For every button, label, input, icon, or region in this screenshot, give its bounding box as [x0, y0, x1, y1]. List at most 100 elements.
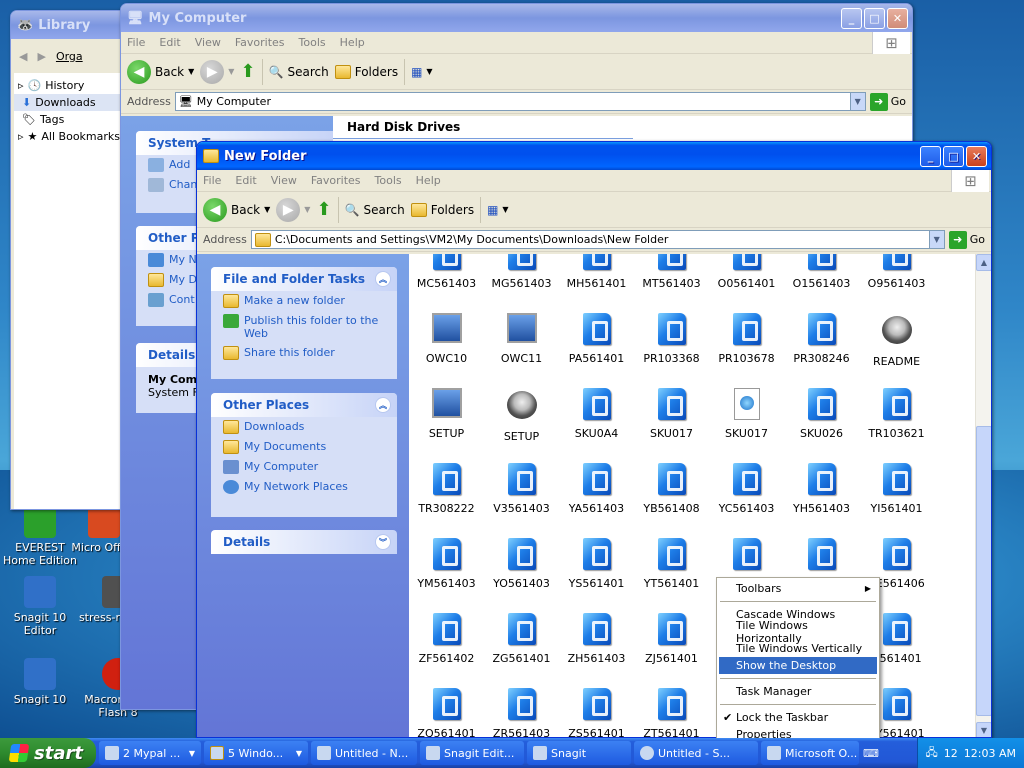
menu-file[interactable]: File — [203, 174, 221, 187]
share-folder-link[interactable]: Share this folder — [211, 343, 397, 363]
forward-button[interactable]: ▶ ▼ — [200, 59, 234, 84]
vertical-scrollbar[interactable]: ▲ ▼ — [975, 254, 991, 737]
menu-item-lock-taskbar[interactable]: ✔ Lock the Taskbar — [719, 709, 877, 726]
back-arrow-icon[interactable]: ◀ — [19, 50, 27, 63]
file-item[interactable]: ZF561402 — [409, 613, 484, 665]
place-my-documents[interactable]: My Documents — [211, 437, 397, 457]
file-item[interactable]: MT561403 — [634, 254, 709, 290]
file-item[interactable]: SKU026 — [784, 388, 859, 440]
file-item[interactable]: SKU017 — [709, 388, 784, 440]
menu-favorites[interactable]: Favorites — [311, 174, 361, 187]
maximize-button[interactable]: □ — [864, 7, 885, 29]
taskbar-button-snagit[interactable]: Snagit — [527, 741, 631, 765]
file-item[interactable]: O0561401 — [709, 254, 784, 290]
file-item[interactable]: V3561403 — [484, 463, 559, 515]
menu-help[interactable]: Help — [416, 174, 441, 187]
file-item[interactable]: TR308222 — [409, 463, 484, 515]
up-button[interactable]: ⬆ — [316, 199, 331, 220]
desktop-icon-snagit-editor[interactable]: Snagit 10 Editor — [0, 576, 80, 637]
file-item[interactable]: YI561401 — [859, 463, 934, 515]
file-item[interactable]: YM561403 — [409, 538, 484, 590]
file-item[interactable]: SKU0A4 — [559, 388, 634, 440]
new-folder-titlebar[interactable]: New Folder _ □ ✕ — [197, 142, 991, 170]
file-item[interactable]: ZQ561401 — [409, 688, 484, 737]
taskbar-button-notepad[interactable]: Untitled - N... — [311, 741, 417, 765]
tree-item-downloads[interactable]: ⬇ Downloads — [14, 94, 126, 111]
chevron-down-icon[interactable]: ▼ — [849, 93, 865, 110]
file-item[interactable]: YH561403 — [784, 463, 859, 515]
up-button[interactable]: ⬆ — [240, 61, 255, 82]
close-button[interactable]: ✕ — [887, 7, 908, 29]
menu-help[interactable]: Help — [340, 36, 365, 49]
menu-view[interactable]: View — [271, 174, 297, 187]
file-item[interactable]: SKU017 — [634, 388, 709, 440]
place-network-places[interactable]: My Network Places — [211, 477, 397, 497]
file-item[interactable]: ZG561401 — [484, 613, 559, 665]
file-item[interactable]: SETUP — [484, 388, 559, 443]
file-item[interactable]: MH561401 — [559, 254, 634, 290]
menu-favorites[interactable]: Favorites — [235, 36, 285, 49]
file-item[interactable]: YS561401 — [559, 538, 634, 590]
menu-item-tile-vertical[interactable]: Tile Windows Vertically — [719, 640, 877, 657]
organize-menu[interactable]: Orga — [56, 50, 83, 63]
file-item[interactable]: TR103621 — [859, 388, 934, 440]
minimize-button[interactable]: _ — [920, 145, 941, 167]
file-item[interactable]: YO561403 — [484, 538, 559, 590]
menu-item-tile-horizontal[interactable]: Tile Windows Horizontally — [719, 619, 877, 645]
file-item[interactable]: O9561403 — [859, 254, 934, 290]
menu-file[interactable]: File — [127, 36, 145, 49]
taskbar-button-microsoft[interactable]: Microsoft O... — [761, 741, 859, 765]
address-input[interactable]: C:\Documents and Settings\VM2\My Documen… — [250, 230, 945, 249]
file-item[interactable]: MC561403 — [409, 254, 484, 290]
menu-tools[interactable]: Tools — [299, 36, 326, 49]
file-item[interactable]: OWC10 — [409, 313, 484, 365]
chevron-down-icon[interactable]: ▼ — [928, 231, 944, 248]
file-item[interactable]: README — [859, 313, 934, 368]
taskbar-button-snagit-editor[interactable]: Snagit Edit... — [420, 741, 524, 765]
keyboard-icon[interactable]: ⌨ — [863, 747, 879, 760]
other-places-header[interactable]: Other Places ︽ — [211, 393, 397, 417]
details-header[interactable]: Details ︾ — [211, 530, 397, 554]
make-new-folder-link[interactable]: Make a new folder — [211, 291, 397, 311]
back-button[interactable]: ◀ Back ▼ — [203, 197, 270, 222]
forward-arrow-icon[interactable]: ▶ — [37, 50, 45, 63]
place-downloads[interactable]: Downloads — [211, 417, 397, 437]
tray-badge[interactable]: 12 — [944, 747, 958, 760]
go-button[interactable]: ➜ Go — [948, 230, 991, 249]
go-button[interactable]: ➜ Go — [869, 92, 912, 111]
scroll-up-arrow-icon[interactable]: ▲ — [976, 254, 991, 271]
desktop-icon-snagit[interactable]: Snagit 10 — [0, 658, 80, 706]
search-button[interactable]: 🔍 Search — [345, 203, 405, 217]
scroll-down-arrow-icon[interactable]: ▼ — [976, 722, 991, 737]
library-titlebar[interactable]: 🦝 Library — [11, 11, 129, 39]
views-button[interactable]: ▦ ▼ — [411, 65, 433, 79]
minimize-button[interactable]: _ — [841, 7, 862, 29]
collapse-chevron-icon[interactable]: ︽ — [375, 397, 391, 413]
network-tray-icon[interactable]: 🖧 — [926, 744, 938, 763]
file-item[interactable]: MG561403 — [484, 254, 559, 290]
menu-item-toolbars[interactable]: Toolbars ▶ — [719, 580, 877, 597]
file-item[interactable]: PA561401 — [559, 313, 634, 365]
file-item[interactable]: PR103678 — [709, 313, 784, 365]
expand-chevron-icon[interactable]: ︾ — [375, 534, 391, 550]
tree-item-history[interactable]: ▹ 🕓 History — [14, 77, 126, 94]
my-computer-titlebar[interactable]: 🖥 My Computer _ □ ✕ — [121, 4, 912, 32]
menu-edit[interactable]: Edit — [159, 36, 180, 49]
menu-tools[interactable]: Tools — [375, 174, 402, 187]
file-item[interactable]: ZS561401 — [559, 688, 634, 737]
file-item[interactable]: OWC11 — [484, 313, 559, 365]
views-button[interactable]: ▦ ▼ — [487, 203, 509, 217]
file-item[interactable]: YT561401 — [634, 538, 709, 590]
tree-item-tags[interactable]: 🏷 Tags — [14, 111, 126, 128]
taskbar-button-windows[interactable]: 5 Windo... ▼ — [204, 741, 308, 765]
back-button[interactable]: ◀ Back ▼ — [127, 59, 194, 84]
tree-item-bookmarks[interactable]: ▹ ★ All Bookmarks — [14, 128, 126, 145]
folders-button[interactable]: Folders — [410, 202, 474, 217]
menu-item-task-manager[interactable]: Task Manager — [719, 683, 877, 700]
close-button[interactable]: ✕ — [966, 145, 987, 167]
file-item[interactable]: YA561403 — [559, 463, 634, 515]
file-item[interactable]: YB561408 — [634, 463, 709, 515]
file-item[interactable]: YC561403 — [709, 463, 784, 515]
taskbar-button-mypal[interactable]: 2 Mypal ... ▼ — [99, 741, 201, 765]
file-item[interactable]: ZH561403 — [559, 613, 634, 665]
